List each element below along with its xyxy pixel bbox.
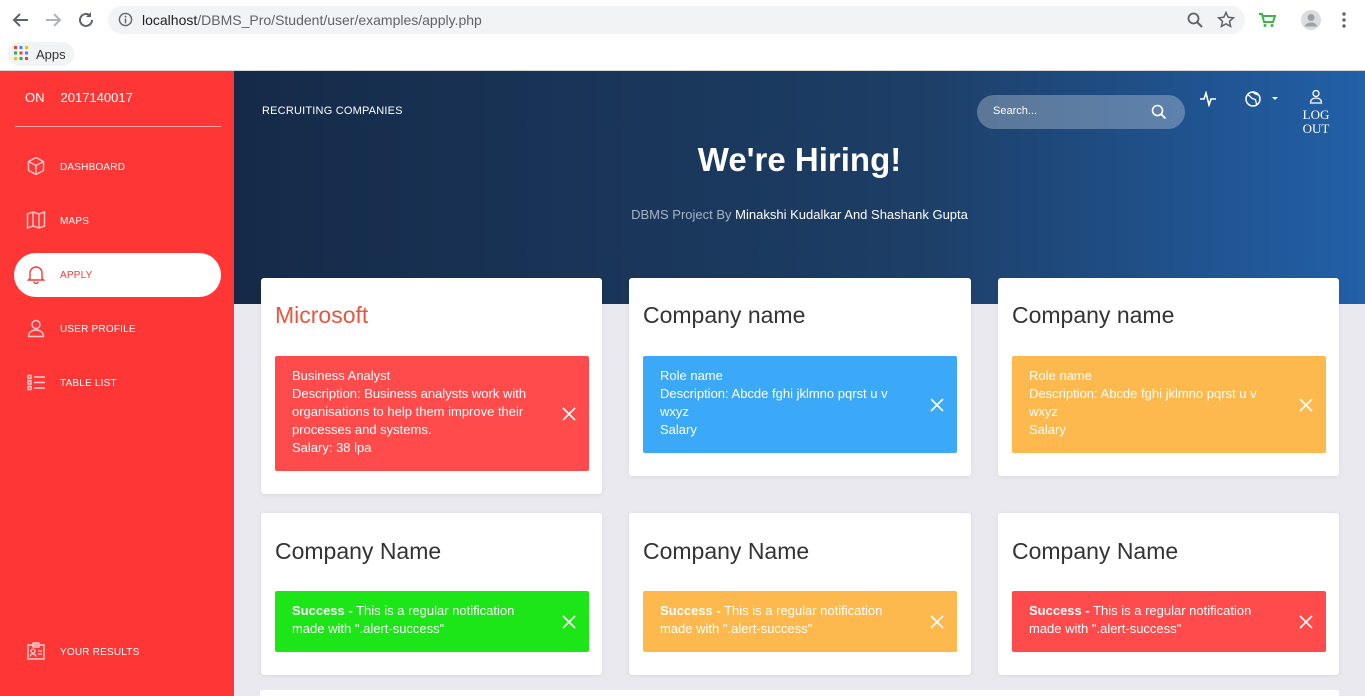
apps-bookmark[interactable]: Apps <box>8 42 74 66</box>
credit-names: Minakshi Kudalkar And Shashank Gupta <box>735 207 968 222</box>
sidebar-item-maps[interactable]: MAPS <box>14 199 221 243</box>
globe-dropdown-icon[interactable] <box>1244 90 1280 113</box>
company-card: Company Name Success - This is a regular… <box>629 513 971 675</box>
browser-toolbar: localhost/DBMS_Pro/Student/user/examples… <box>0 0 1365 40</box>
company-card: Company name Role name Description: Abcd… <box>629 278 971 476</box>
sidebar: ON 2017140017 DASHBOARD MAPS APPLY USER … <box>0 71 234 696</box>
role-name: Role name <box>660 368 723 383</box>
back-arrow-icon[interactable] <box>10 9 32 31</box>
search-placeholder: Search... <box>993 105 1038 117</box>
role-name: Role name <box>1029 368 1092 383</box>
apps-grid-icon <box>14 45 28 63</box>
close-icon[interactable] <box>929 397 945 413</box>
sidebar-item-label: TABLE LIST <box>60 377 117 389</box>
close-icon[interactable] <box>929 614 945 630</box>
next-card-row-edge <box>260 690 1339 696</box>
sidebar-item-table-list[interactable]: TABLE LIST <box>14 361 221 405</box>
page-header: RECRUITING COMPANIES Search... LOG OUT W… <box>234 71 1365 304</box>
map-icon <box>26 210 46 233</box>
job-alert: Role name Description: Abcde fghi jklmno… <box>643 356 957 453</box>
sidebar-item-your-results[interactable]: YOUR RESULTS <box>14 630 221 674</box>
info-icon[interactable] <box>118 12 133 32</box>
company-name: Company Name <box>1012 538 1179 564</box>
company-name: Company name <box>643 302 806 328</box>
user-icon <box>26 318 46 341</box>
job-alert: Role name Description: Abcde fghi jklmno… <box>1012 356 1326 453</box>
id-card-icon <box>26 641 46 664</box>
company-card: Company Name Success - This is a regular… <box>261 513 602 675</box>
company-card: Company Name Success - This is a regular… <box>998 513 1339 675</box>
profile-avatar-icon[interactable] <box>1300 9 1322 31</box>
sidebar-item-label: YOUR RESULTS <box>60 646 140 658</box>
company-card: Company name Role name Description: Abcd… <box>998 278 1339 476</box>
student-id: 2017140017 <box>60 90 133 105</box>
job-alert: Business Analyst Description: Business a… <box>275 356 589 471</box>
alert-strong: Success - <box>660 603 721 618</box>
logout-button[interactable]: LOG OUT <box>1296 89 1336 136</box>
apps-label: Apps <box>36 46 66 62</box>
role-salary: Salary <box>1029 422 1066 437</box>
close-icon[interactable] <box>1298 614 1314 630</box>
activity-pulse-icon[interactable] <box>1199 90 1217 112</box>
success-alert: Success - This is a regular notification… <box>275 591 589 652</box>
role-salary: Salary <box>660 422 697 437</box>
menu-kebab-icon[interactable] <box>1333 9 1355 31</box>
zoom-icon[interactable] <box>1186 11 1204 34</box>
forward-arrow-icon[interactable] <box>42 9 64 31</box>
cart-extension-icon[interactable] <box>1256 9 1278 31</box>
url-text: localhost/DBMS_Pro/Student/user/examples… <box>142 12 482 28</box>
sidebar-header: ON 2017140017 <box>25 90 133 105</box>
sidebar-item-label: MAPS <box>60 215 90 227</box>
success-alert: Success - This is a regular notification… <box>1012 591 1326 652</box>
sidebar-prefix: ON <box>25 90 45 105</box>
sidebar-item-label: APPLY <box>60 269 93 281</box>
role-description: Description: Abcde fghi jklmno pqrst u v… <box>1029 386 1257 419</box>
search-icon[interactable] <box>1151 104 1167 125</box>
company-name: Company name <box>1012 302 1175 328</box>
alert-strong: Success - <box>1029 603 1090 618</box>
hero-title: We're Hiring! <box>697 141 902 178</box>
company-card: Microsoft Business Analyst Description: … <box>261 278 602 494</box>
sidebar-item-apply[interactable]: APPLY <box>14 253 221 297</box>
search-input[interactable]: Search... <box>977 95 1185 129</box>
address-bar[interactable]: localhost/DBMS_Pro/Student/user/examples… <box>108 6 1245 34</box>
company-name: Microsoft <box>275 302 369 328</box>
bell-icon <box>26 264 46 287</box>
sidebar-divider <box>15 126 221 127</box>
logout-user-icon <box>1296 89 1336 107</box>
company-name: Company Name <box>275 538 442 564</box>
sidebar-item-label: DASHBOARD <box>60 161 126 173</box>
company-name: Company Name <box>643 538 810 564</box>
alert-strong: Success - <box>292 603 353 618</box>
role-name: Business Analyst <box>292 368 391 383</box>
success-alert: Success - This is a regular notification… <box>643 591 957 652</box>
close-icon[interactable] <box>561 614 577 630</box>
bookmarks-bar: Apps <box>0 40 1365 71</box>
cube-icon <box>26 156 46 179</box>
section-title: RECRUITING COMPANIES <box>262 105 403 117</box>
project-credit: DBMS Project By Minakshi Kudalkar And Sh… <box>631 207 968 222</box>
logout-label-line1: LOG <box>1302 107 1330 122</box>
close-icon[interactable] <box>561 406 577 422</box>
list-icon <box>26 372 46 395</box>
reload-icon[interactable] <box>75 9 97 31</box>
role-salary: Salary: 38 lpa <box>292 440 372 455</box>
sidebar-item-user-profile[interactable]: USER PROFILE <box>14 307 221 351</box>
logout-label-line2: OUT <box>1302 121 1330 136</box>
role-description: Description: Business analysts work with… <box>292 386 527 437</box>
close-icon[interactable] <box>1298 397 1314 413</box>
sidebar-item-dashboard[interactable]: DASHBOARD <box>14 145 221 189</box>
role-description: Description: Abcde fghi jklmno pqrst u v… <box>660 386 888 419</box>
sidebar-item-label: USER PROFILE <box>60 323 136 335</box>
bookmark-star-icon[interactable] <box>1216 10 1236 34</box>
